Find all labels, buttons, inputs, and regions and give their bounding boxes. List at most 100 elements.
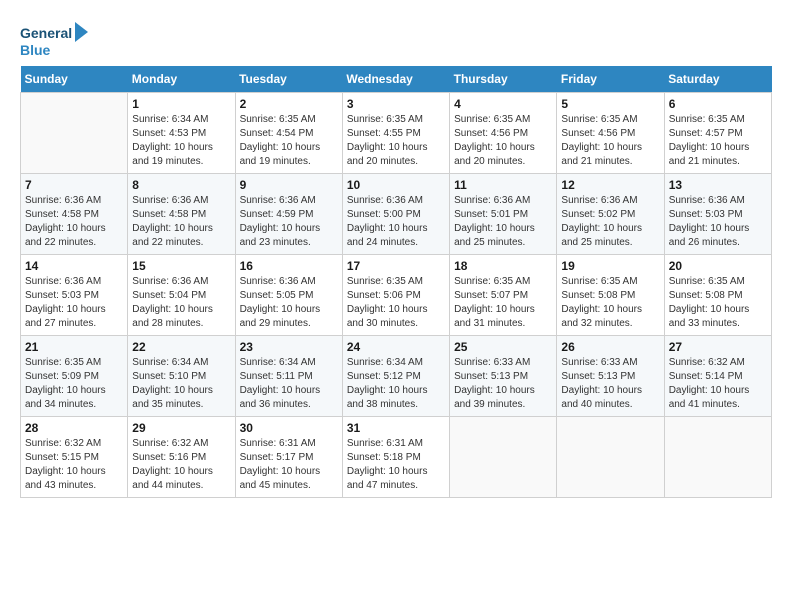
- weekday-header-saturday: Saturday: [664, 66, 771, 93]
- weekday-header-friday: Friday: [557, 66, 664, 93]
- weekday-header-thursday: Thursday: [450, 66, 557, 93]
- day-info: Sunrise: 6:36 AMSunset: 5:01 PMDaylight:…: [454, 194, 552, 250]
- day-number: 17: [347, 259, 445, 273]
- day-info: Sunrise: 6:35 AMSunset: 5:09 PMDaylight:…: [25, 356, 123, 412]
- day-info: Sunrise: 6:36 AMSunset: 5:03 PMDaylight:…: [25, 275, 123, 331]
- day-number: 29: [132, 421, 230, 435]
- week-row-1: 1Sunrise: 6:34 AMSunset: 4:53 PMDaylight…: [21, 93, 772, 174]
- calendar-cell: 28 Sunrise: 6:32 AMSunset: 5:15 PMDayligh…: [21, 417, 128, 498]
- day-info: Sunrise: 6:35 AMSunset: 5:08 PMDaylight:…: [669, 275, 767, 331]
- calendar-cell: [557, 417, 664, 498]
- day-number: 9: [240, 178, 338, 192]
- calendar-cell: 23 Sunrise: 6:34 AMSunset: 5:11 PMDayligh…: [235, 336, 342, 417]
- day-number: 12: [561, 178, 659, 192]
- day-info: Sunrise: 6:36 AMSunset: 5:03 PMDaylight:…: [669, 194, 767, 250]
- day-number: 18: [454, 259, 552, 273]
- calendar-cell: 22 Sunrise: 6:34 AMSunset: 5:10 PMDayligh…: [128, 336, 235, 417]
- day-info: Sunrise: 6:36 AMSunset: 4:58 PMDaylight:…: [25, 194, 123, 250]
- logo-icon: GeneralBlue: [20, 20, 90, 60]
- day-info: Sunrise: 6:36 AMSunset: 4:58 PMDaylight:…: [132, 194, 230, 250]
- day-number: 15: [132, 259, 230, 273]
- svg-text:Blue: Blue: [20, 42, 51, 58]
- week-row-2: 7 Sunrise: 6:36 AMSunset: 4:58 PMDaylight…: [21, 174, 772, 255]
- calendar-cell: 25 Sunrise: 6:33 AMSunset: 5:13 PMDayligh…: [450, 336, 557, 417]
- day-info: Sunrise: 6:35 AMSunset: 5:07 PMDaylight:…: [454, 275, 552, 331]
- day-number: 8: [132, 178, 230, 192]
- day-number: 10: [347, 178, 445, 192]
- calendar-cell: 17 Sunrise: 6:35 AMSunset: 5:06 PMDayligh…: [342, 255, 449, 336]
- calendar-cell: 10Sunrise: 6:36 AMSunset: 5:00 PMDayligh…: [342, 174, 449, 255]
- calendar-cell: 26 Sunrise: 6:33 AMSunset: 5:13 PMDayligh…: [557, 336, 664, 417]
- calendar-cell: 29 Sunrise: 6:32 AMSunset: 5:16 PMDayligh…: [128, 417, 235, 498]
- calendar-cell: 18 Sunrise: 6:35 AMSunset: 5:07 PMDayligh…: [450, 255, 557, 336]
- calendar-cell: 7 Sunrise: 6:36 AMSunset: 4:58 PMDaylight…: [21, 174, 128, 255]
- day-number: 31: [347, 421, 445, 435]
- day-info: Sunrise: 6:33 AMSunset: 5:13 PMDaylight:…: [561, 356, 659, 412]
- day-number: 2: [240, 97, 338, 111]
- day-number: 16: [240, 259, 338, 273]
- day-info: Sunrise: 6:36 AMSunset: 5:04 PMDaylight:…: [132, 275, 230, 331]
- calendar-cell: 9 Sunrise: 6:36 AMSunset: 4:59 PMDaylight…: [235, 174, 342, 255]
- calendar-cell: 20 Sunrise: 6:35 AMSunset: 5:08 PMDayligh…: [664, 255, 771, 336]
- day-number: 3: [347, 97, 445, 111]
- day-info: Sunrise: 6:34 AMSunset: 5:12 PMDaylight:…: [347, 356, 445, 412]
- day-info: Sunrise: 6:33 AMSunset: 5:13 PMDaylight:…: [454, 356, 552, 412]
- day-info: Sunrise: 6:34 AMSunset: 5:10 PMDaylight:…: [132, 356, 230, 412]
- day-number: 1: [132, 97, 230, 111]
- week-row-3: 14 Sunrise: 6:36 AMSunset: 5:03 PMDayligh…: [21, 255, 772, 336]
- weekday-header-sunday: Sunday: [21, 66, 128, 93]
- calendar-cell: 24 Sunrise: 6:34 AMSunset: 5:12 PMDayligh…: [342, 336, 449, 417]
- day-number: 6: [669, 97, 767, 111]
- day-number: 27: [669, 340, 767, 354]
- day-info: Sunrise: 6:32 AMSunset: 5:16 PMDaylight:…: [132, 437, 230, 493]
- day-number: 14: [25, 259, 123, 273]
- day-number: 23: [240, 340, 338, 354]
- day-info: Sunrise: 6:35 AMSunset: 4:55 PMDaylight:…: [347, 113, 445, 169]
- day-info: Sunrise: 6:35 AMSunset: 5:08 PMDaylight:…: [561, 275, 659, 331]
- calendar-cell: 8 Sunrise: 6:36 AMSunset: 4:58 PMDaylight…: [128, 174, 235, 255]
- day-info: Sunrise: 6:35 AMSunset: 4:56 PMDaylight:…: [561, 113, 659, 169]
- weekday-header-row: SundayMondayTuesdayWednesdayThursdayFrid…: [21, 66, 772, 93]
- weekday-header-monday: Monday: [128, 66, 235, 93]
- calendar-cell: 27 Sunrise: 6:32 AMSunset: 5:14 PMDayligh…: [664, 336, 771, 417]
- day-number: 7: [25, 178, 123, 192]
- day-number: 24: [347, 340, 445, 354]
- day-info: Sunrise: 6:36 AMSunset: 5:02 PMDaylight:…: [561, 194, 659, 250]
- calendar-cell: [664, 417, 771, 498]
- day-info: Sunrise: 6:35 AMSunset: 4:56 PMDaylight:…: [454, 113, 552, 169]
- calendar-cell: 1Sunrise: 6:34 AMSunset: 4:53 PMDaylight…: [128, 93, 235, 174]
- day-number: 4: [454, 97, 552, 111]
- calendar-cell: 21Sunrise: 6:35 AMSunset: 5:09 PMDayligh…: [21, 336, 128, 417]
- day-number: 5: [561, 97, 659, 111]
- weekday-header-tuesday: Tuesday: [235, 66, 342, 93]
- day-number: 19: [561, 259, 659, 273]
- calendar-cell: 19 Sunrise: 6:35 AMSunset: 5:08 PMDayligh…: [557, 255, 664, 336]
- day-number: 26: [561, 340, 659, 354]
- logo: GeneralBlue: [20, 20, 90, 60]
- day-info: Sunrise: 6:35 AMSunset: 5:06 PMDaylight:…: [347, 275, 445, 331]
- calendar-cell: [21, 93, 128, 174]
- calendar-cell: 5 Sunrise: 6:35 AMSunset: 4:56 PMDaylight…: [557, 93, 664, 174]
- calendar-cell: 11 Sunrise: 6:36 AMSunset: 5:01 PMDayligh…: [450, 174, 557, 255]
- day-info: Sunrise: 6:35 AMSunset: 4:54 PMDaylight:…: [240, 113, 338, 169]
- day-number: 20: [669, 259, 767, 273]
- day-info: Sunrise: 6:36 AMSunset: 5:05 PMDaylight:…: [240, 275, 338, 331]
- calendar-table: SundayMondayTuesdayWednesdayThursdayFrid…: [20, 66, 772, 498]
- day-info: Sunrise: 6:36 AMSunset: 4:59 PMDaylight:…: [240, 194, 338, 250]
- calendar-cell: 15 Sunrise: 6:36 AMSunset: 5:04 PMDayligh…: [128, 255, 235, 336]
- day-info: Sunrise: 6:31 AMSunset: 5:18 PMDaylight:…: [347, 437, 445, 493]
- calendar-cell: [450, 417, 557, 498]
- day-number: 11: [454, 178, 552, 192]
- day-info: Sunrise: 6:32 AMSunset: 5:14 PMDaylight:…: [669, 356, 767, 412]
- calendar-cell: 2 Sunrise: 6:35 AMSunset: 4:54 PMDaylight…: [235, 93, 342, 174]
- calendar-cell: 30Sunrise: 6:31 AMSunset: 5:17 PMDayligh…: [235, 417, 342, 498]
- day-info: Sunrise: 6:35 AMSunset: 4:57 PMDaylight:…: [669, 113, 767, 169]
- day-info: Sunrise: 6:34 AMSunset: 5:11 PMDaylight:…: [240, 356, 338, 412]
- day-number: 25: [454, 340, 552, 354]
- day-info: Sunrise: 6:31 AMSunset: 5:17 PMDaylight:…: [240, 437, 338, 493]
- day-number: 28: [25, 421, 123, 435]
- calendar-cell: 12 Sunrise: 6:36 AMSunset: 5:02 PMDayligh…: [557, 174, 664, 255]
- calendar-cell: 16 Sunrise: 6:36 AMSunset: 5:05 PMDayligh…: [235, 255, 342, 336]
- day-info: Sunrise: 6:32 AMSunset: 5:15 PMDaylight:…: [25, 437, 123, 493]
- day-number: 22: [132, 340, 230, 354]
